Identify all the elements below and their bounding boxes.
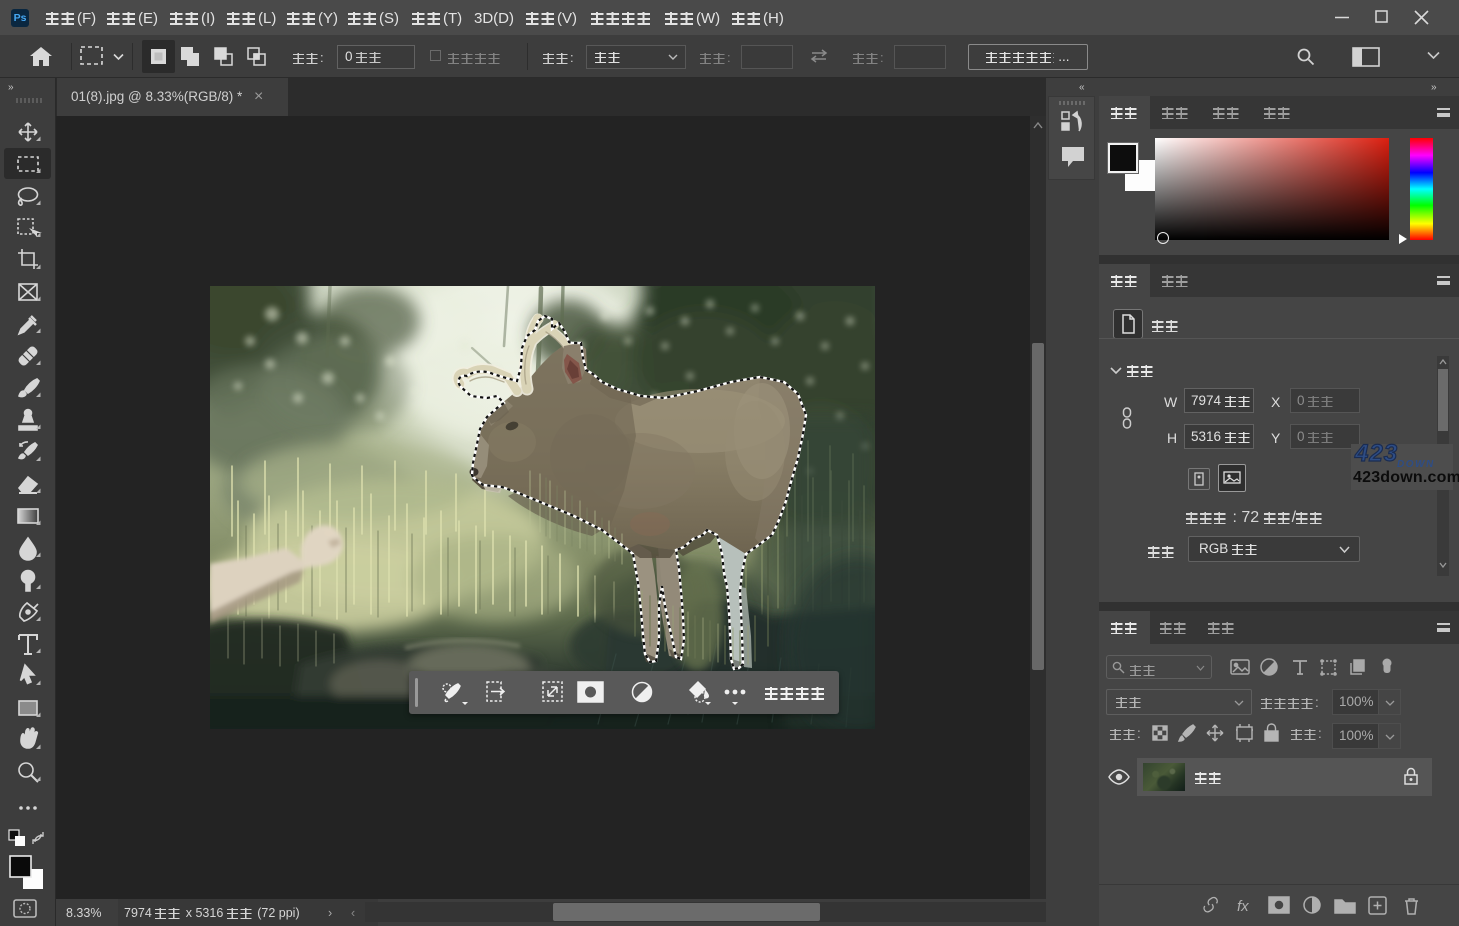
svg-text:fx: fx (1237, 898, 1249, 915)
